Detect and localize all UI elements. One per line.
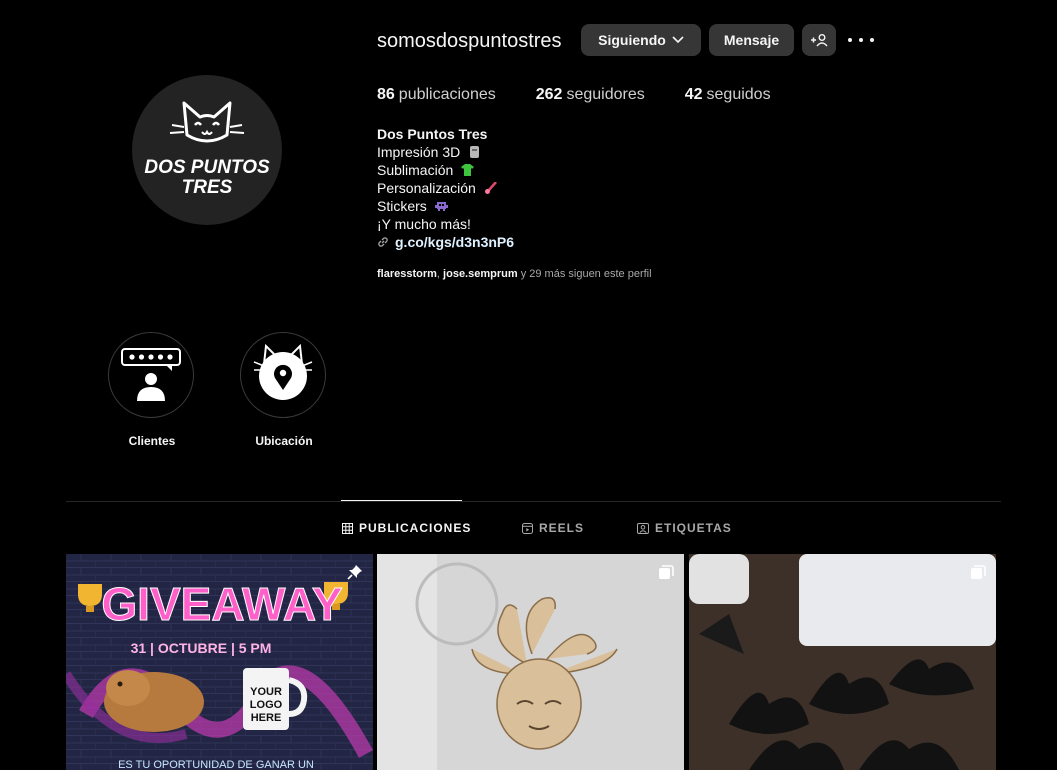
chevron-down-icon (672, 36, 684, 44)
following-button-label: Siguiendo (598, 32, 666, 48)
paintbrush-emoji-icon (484, 182, 497, 194)
svg-text:TRES: TRES (182, 177, 233, 198)
post-tile[interactable]: GIVEAWAY 31 | OCTUBRE | 5 PM YOUR LOGO H… (66, 554, 373, 770)
moai-emoji-icon (470, 146, 480, 158)
suggest-users-button[interactable] (802, 24, 836, 56)
followers-count[interactable]: 262 seguidores (536, 86, 645, 104)
bio-line: Sublimación (377, 161, 514, 179)
location-pin-icon (253, 343, 313, 400)
svg-text:31 | OCTUBRE | 5 PM: 31 | OCTUBRE | 5 PM (131, 640, 272, 656)
tab-reels[interactable]: REELS (522, 521, 584, 535)
carousel-icon (971, 565, 986, 579)
svg-text:DOS PUNTOS: DOS PUNTOS (144, 157, 270, 178)
alien-monster-emoji-icon (434, 202, 448, 211)
profile-display-name: Dos Puntos Tres (377, 126, 488, 142)
tshirt-emoji-icon (461, 164, 475, 176)
bio-line: Impresión 3D (377, 143, 514, 161)
highlight-clientes[interactable]: Clientes (108, 332, 196, 448)
message-button-label: Mensaje (723, 32, 780, 48)
more-options-icon[interactable] (848, 28, 874, 52)
svg-text:YOUR: YOUR (250, 686, 282, 698)
profile-avatar[interactable]: DOS PUNTOS TRES (132, 75, 282, 225)
highlight-label: Ubicación (255, 434, 313, 448)
profile-stats: 86 publicaciones 262 seguidores 42 seguidos (377, 86, 811, 104)
pin-icon (347, 565, 362, 580)
bio-line: Stickers (377, 197, 514, 215)
bio-line: Personalización (377, 179, 514, 197)
following-count[interactable]: 42 seguidos (685, 86, 771, 104)
svg-text:LOGO: LOGO (250, 699, 283, 711)
profile-bio: Dos Puntos Tres Impresión 3D Sublimación… (377, 125, 514, 251)
tab-publicaciones[interactable]: PUBLICACIONES (342, 521, 471, 535)
printed-parts-post-image (689, 554, 996, 770)
link-icon (378, 237, 388, 247)
medusa-figure-post-image (377, 554, 684, 770)
post-tile[interactable] (377, 554, 684, 770)
bio-line: ¡Y mucho más! (377, 216, 471, 232)
svg-text:ES TU OPORTUNIDAD DE GANAR UN: ES TU OPORTUNIDAD DE GANAR UN (118, 759, 314, 770)
message-button[interactable]: Mensaje (709, 24, 794, 56)
tab-etiquetas[interactable]: ETIQUETAS (637, 521, 732, 535)
tabs-divider (66, 501, 1001, 502)
posts-count: 86 publicaciones (377, 86, 496, 103)
post-tile[interactable] (689, 554, 996, 770)
svg-text:HERE: HERE (251, 712, 282, 724)
following-button[interactable]: Siguiendo (581, 24, 701, 56)
profile-username: somosdospuntostres (377, 30, 562, 52)
active-tab-indicator (341, 500, 462, 501)
reels-icon (522, 522, 533, 534)
highlight-ubicacion[interactable]: Ubicación (240, 332, 328, 448)
add-user-icon (811, 34, 828, 47)
followed-by-text[interactable]: flaresstorm, jose.semprum y 29 más sigue… (377, 268, 652, 280)
review-stars-icon (121, 348, 181, 401)
cat-logo-icon: DOS PUNTOS TRES (144, 101, 270, 198)
carousel-icon (659, 565, 674, 579)
giveaway-post-image: GIVEAWAY 31 | OCTUBRE | 5 PM YOUR LOGO H… (66, 554, 373, 770)
tagged-icon (637, 522, 649, 534)
svg-text:GIVEAWAY: GIVEAWAY (101, 578, 342, 630)
bio-link[interactable]: g.co/kgs/d3n3nP6 (377, 233, 514, 251)
highlight-label: Clientes (128, 434, 176, 448)
grid-icon (342, 522, 353, 534)
